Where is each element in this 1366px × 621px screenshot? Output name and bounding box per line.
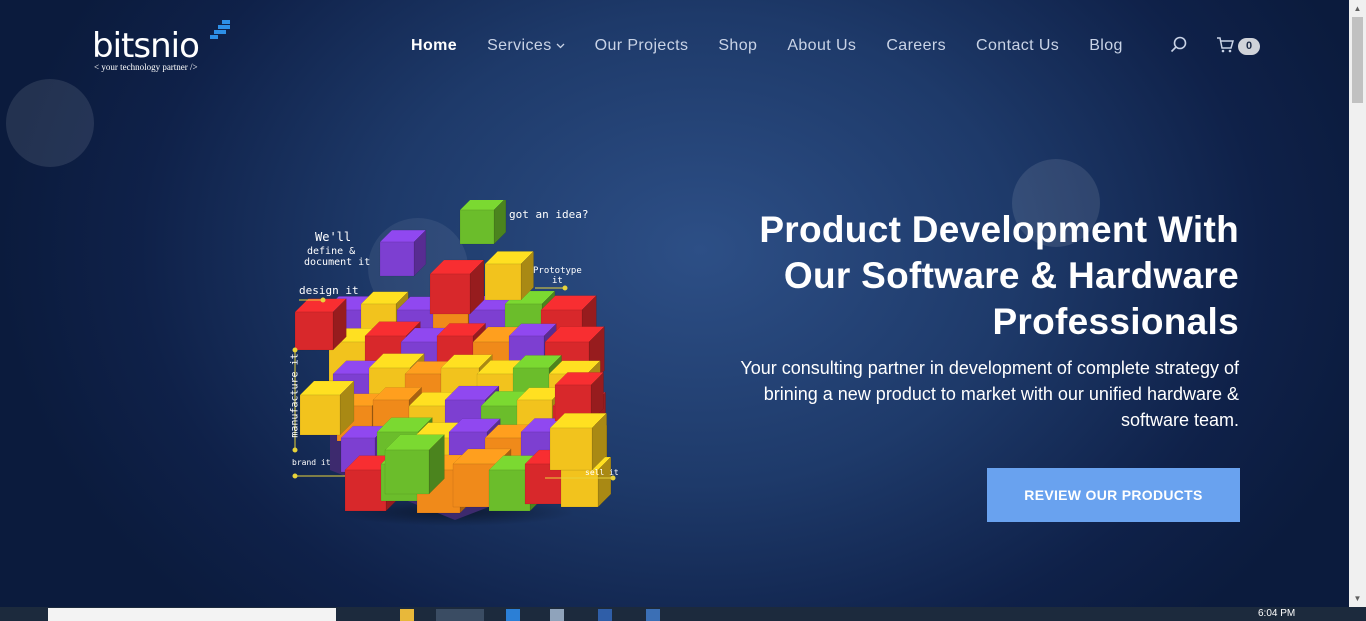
hero-subtitle-line: brining a new product to market with our… — [763, 384, 1239, 404]
scroll-down-arrow-icon[interactable]: ▼ — [1353, 594, 1362, 603]
nav-label: Shop — [718, 37, 758, 54]
cubelet — [429, 259, 485, 315]
hero-subtitle-line: Your consulting partner in development o… — [740, 358, 1239, 378]
hero-title-bold: Product Development — [759, 209, 1148, 250]
cubelet — [459, 197, 507, 245]
cart-count-badge[interactable]: 0 — [1238, 38, 1260, 55]
label-text: define & — [307, 246, 356, 257]
app-icon[interactable] — [550, 609, 564, 621]
nav-label: Our Projects — [594, 37, 689, 54]
label-prototype-it: Prototype it — [533, 266, 582, 286]
site-logo[interactable]: bitsnio < your technology partner /> — [92, 20, 232, 76]
page-background: bitsnio < your technology partner /> Hom… — [0, 0, 1349, 607]
nav-item-blog[interactable]: Blog — [1089, 36, 1123, 56]
label-sell-it: sell it — [585, 468, 619, 477]
cubelet — [299, 380, 355, 436]
logo-wordmark: bitsnio — [92, 26, 200, 66]
label-got-an-idea: got an idea? — [509, 208, 588, 221]
label-define: We'll — [315, 230, 351, 244]
cubelet — [384, 433, 446, 495]
label-text: We'll — [315, 230, 352, 244]
cart-icon[interactable] — [1216, 37, 1234, 53]
label-design-it: design it — [299, 284, 359, 297]
label-text: Prototype — [533, 266, 582, 276]
file-explorer-icon[interactable] — [400, 609, 414, 621]
nav-label: Contact Us — [976, 37, 1060, 54]
label-text: it — [551, 276, 563, 286]
label-text: got an idea? — [509, 208, 589, 221]
nav-item-careers[interactable]: Careers — [886, 36, 946, 56]
product-cube-illustration: got an idea? We'll define & document it … — [285, 197, 625, 530]
label-brand-it: brand it — [292, 458, 331, 467]
review-products-button[interactable]: REVIEW OUR PRODUCTS — [987, 468, 1240, 522]
label-define-2: define & document it — [304, 246, 371, 268]
app-icon[interactable] — [598, 609, 612, 621]
hero-title-part: Our Software & Hardware — [783, 255, 1239, 296]
nav-item-services[interactable]: Services — [487, 36, 565, 56]
nav-label: Services — [487, 37, 552, 54]
hero-subtitle-line: software team. — [1120, 410, 1239, 430]
scroll-thumb[interactable] — [1352, 17, 1363, 103]
nav-item-shop[interactable]: Shop — [718, 36, 757, 56]
chevron-down-icon — [556, 43, 565, 49]
nav-item-home[interactable]: Home — [411, 36, 457, 56]
hero-subtitle: Your consulting partner in development o… — [719, 355, 1239, 433]
cubelet — [379, 229, 427, 277]
active-app-icon[interactable] — [436, 609, 484, 621]
hero-title-part: Professionals — [992, 301, 1239, 342]
main-nav: Home Services Our Projects Shop About Us… — [411, 36, 1153, 56]
nav-label: Home — [411, 37, 458, 54]
decorative-circle — [6, 79, 94, 167]
logo-dots-icon — [210, 20, 230, 39]
app-icon[interactable] — [646, 609, 660, 621]
taskbar-search-box[interactable] — [48, 608, 336, 621]
cubelet — [294, 298, 347, 351]
nav-label: Careers — [886, 37, 947, 54]
os-taskbar: 6:04 PM — [0, 607, 1366, 621]
nav-item-our-projects[interactable]: Our Projects — [595, 36, 689, 56]
hero-title: Product Development With Our Software & … — [679, 207, 1239, 345]
edge-icon[interactable] — [506, 609, 520, 621]
logo-tagline: < your technology partner /> — [94, 62, 198, 72]
nav-label: About Us — [787, 37, 857, 54]
nav-item-about-us[interactable]: About Us — [787, 36, 856, 56]
scroll-up-arrow-icon[interactable]: ▲ — [1353, 4, 1362, 13]
search-icon[interactable] — [1170, 36, 1188, 54]
label-text: document it — [304, 257, 371, 268]
nav-label: Blog — [1089, 37, 1123, 54]
taskbar-clock[interactable]: 6:04 PM — [1258, 608, 1295, 619]
vertical-scrollbar[interactable]: ▲ ▼ — [1349, 0, 1366, 607]
cubelet — [549, 412, 608, 471]
nav-item-contact-us[interactable]: Contact Us — [976, 36, 1059, 56]
cubelet — [484, 250, 535, 301]
label-manufacture-it: manufacture it — [289, 353, 301, 438]
hero-title-part: With — [1147, 209, 1239, 250]
